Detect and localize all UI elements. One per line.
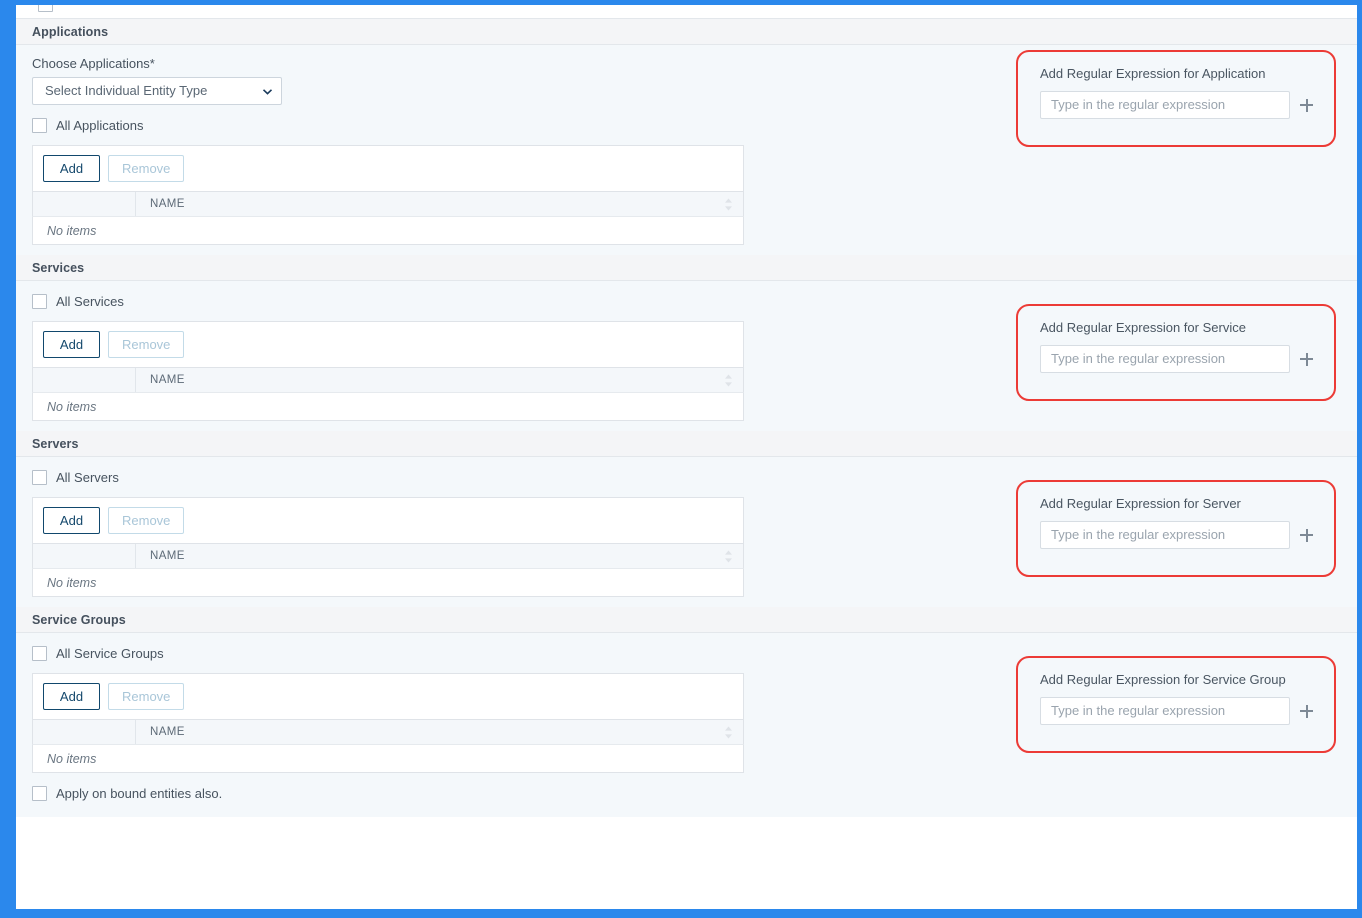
applications-name-column[interactable]: NAME (136, 192, 743, 216)
applications-grid: Add Remove NAME No items (32, 145, 744, 245)
section-header-service-groups: Service Groups (16, 607, 1357, 633)
applications-grid-header: NAME (32, 192, 744, 217)
section-body-applications: Choose Applications* Select Individual E… (16, 45, 1357, 255)
section-body-servers: All Servers Add Remove NAME No items Add… (16, 457, 1357, 607)
applications-add-button[interactable]: Add (43, 155, 100, 182)
all-services-checkbox[interactable] (32, 294, 47, 309)
service-groups-regex-row: Type in the regular expression (1040, 697, 1334, 725)
servers-select-all-cell[interactable] (33, 544, 136, 568)
applications-grid-toolbar: Add Remove (32, 145, 744, 192)
applications-regex-label: Add Regular Expression for Application (1040, 66, 1266, 81)
services-add-button[interactable]: Add (43, 331, 100, 358)
plus-icon[interactable] (1300, 528, 1313, 542)
sort-arrows-icon[interactable] (724, 550, 733, 563)
sort-arrows-icon[interactable] (724, 726, 733, 739)
servers-name-column-label: NAME (150, 550, 185, 562)
servers-grid-toolbar: Add Remove (32, 497, 744, 544)
apply-bound-entities-label: Apply on bound entities also. (56, 786, 223, 801)
apply-bound-entities-row[interactable]: Apply on bound entities also. (32, 773, 1357, 817)
servers-grid: Add Remove NAME No items (32, 497, 744, 597)
servers-bottom-spacer (32, 597, 1357, 607)
service-groups-add-button[interactable]: Add (43, 683, 100, 710)
services-regex-input[interactable]: Type in the regular expression (1040, 345, 1290, 373)
service-groups-remove-button: Remove (108, 683, 185, 710)
all-applications-label: All Applications (56, 118, 144, 133)
section-header-applications: Applications (16, 19, 1357, 45)
truncated-checkbox[interactable] (38, 5, 53, 12)
servers-name-column[interactable]: NAME (136, 544, 743, 568)
applications-empty-row: No items (32, 217, 744, 245)
applications-remove-button: Remove (108, 155, 185, 182)
services-bottom-spacer (32, 421, 1357, 431)
services-regex-row: Type in the regular expression (1040, 345, 1334, 373)
services-select-all-cell[interactable] (33, 368, 136, 392)
services-regex-callout: Add Regular Expression for Service Type … (1016, 304, 1336, 401)
services-regex-label: Add Regular Expression for Service (1040, 320, 1246, 335)
services-grid: Add Remove NAME No items (32, 321, 744, 421)
service-groups-grid-header: NAME (32, 720, 744, 745)
servers-add-button[interactable]: Add (43, 507, 100, 534)
services-name-column[interactable]: NAME (136, 368, 743, 392)
all-service-groups-checkbox[interactable] (32, 646, 47, 661)
all-servers-checkbox[interactable] (32, 470, 47, 485)
section-body-service-groups: All Service Groups Add Remove NAME No it… (16, 633, 1357, 817)
service-groups-name-column-label: NAME (150, 726, 185, 738)
section-header-servers: Servers (16, 431, 1357, 457)
section-header-services: Services (16, 255, 1357, 281)
service-groups-regex-callout: Add Regular Expression for Service Group… (1016, 656, 1336, 753)
browser-frame: Applications Choose Applications* Select… (0, 0, 1362, 918)
applications-regex-callout: Add Regular Expression for Application T… (1016, 50, 1336, 147)
services-grid-header: NAME (32, 368, 744, 393)
applications-select-all-cell[interactable] (33, 192, 136, 216)
plus-icon[interactable] (1300, 98, 1313, 112)
entity-type-select[interactable]: Select Individual Entity Type (32, 77, 282, 105)
entity-type-select-wrap: Select Individual Entity Type (32, 77, 282, 105)
servers-regex-callout: Add Regular Expression for Server Type i… (1016, 480, 1336, 577)
all-servers-label: All Servers (56, 470, 119, 485)
service-groups-name-column[interactable]: NAME (136, 720, 743, 744)
service-groups-regex-label: Add Regular Expression for Service Group (1040, 672, 1286, 687)
servers-remove-button: Remove (108, 507, 185, 534)
service-groups-grid: Add Remove NAME No items (32, 673, 744, 773)
servers-grid-header: NAME (32, 544, 744, 569)
plus-icon[interactable] (1300, 704, 1313, 718)
servers-regex-label: Add Regular Expression for Server (1040, 496, 1241, 511)
applications-regex-row: Type in the regular expression (1040, 91, 1334, 119)
service-groups-grid-toolbar: Add Remove (32, 673, 744, 720)
sort-arrows-icon[interactable] (724, 198, 733, 211)
applications-regex-input[interactable]: Type in the regular expression (1040, 91, 1290, 119)
apply-bound-entities-checkbox[interactable] (32, 786, 47, 801)
services-empty-row: No items (32, 393, 744, 421)
services-grid-toolbar: Add Remove (32, 321, 744, 368)
services-name-column-label: NAME (150, 374, 185, 386)
plus-icon[interactable] (1300, 352, 1313, 366)
all-services-label: All Services (56, 294, 124, 309)
servers-regex-row: Type in the regular expression (1040, 521, 1334, 549)
service-groups-select-all-cell[interactable] (33, 720, 136, 744)
servers-empty-row: No items (32, 569, 744, 597)
applications-bottom-spacer (32, 245, 1357, 255)
all-service-groups-label: All Service Groups (56, 646, 164, 661)
service-groups-empty-row: No items (32, 745, 744, 773)
all-applications-checkbox[interactable] (32, 118, 47, 133)
service-groups-regex-input[interactable]: Type in the regular expression (1040, 697, 1290, 725)
servers-regex-input[interactable]: Type in the regular expression (1040, 521, 1290, 549)
sort-arrows-icon[interactable] (724, 374, 733, 387)
configuration-page: Applications Choose Applications* Select… (16, 5, 1357, 909)
section-body-services: All Services Add Remove NAME No items Ad… (16, 281, 1357, 431)
services-remove-button: Remove (108, 331, 185, 358)
applications-name-column-label: NAME (150, 198, 185, 210)
truncated-row-above (16, 5, 1357, 19)
